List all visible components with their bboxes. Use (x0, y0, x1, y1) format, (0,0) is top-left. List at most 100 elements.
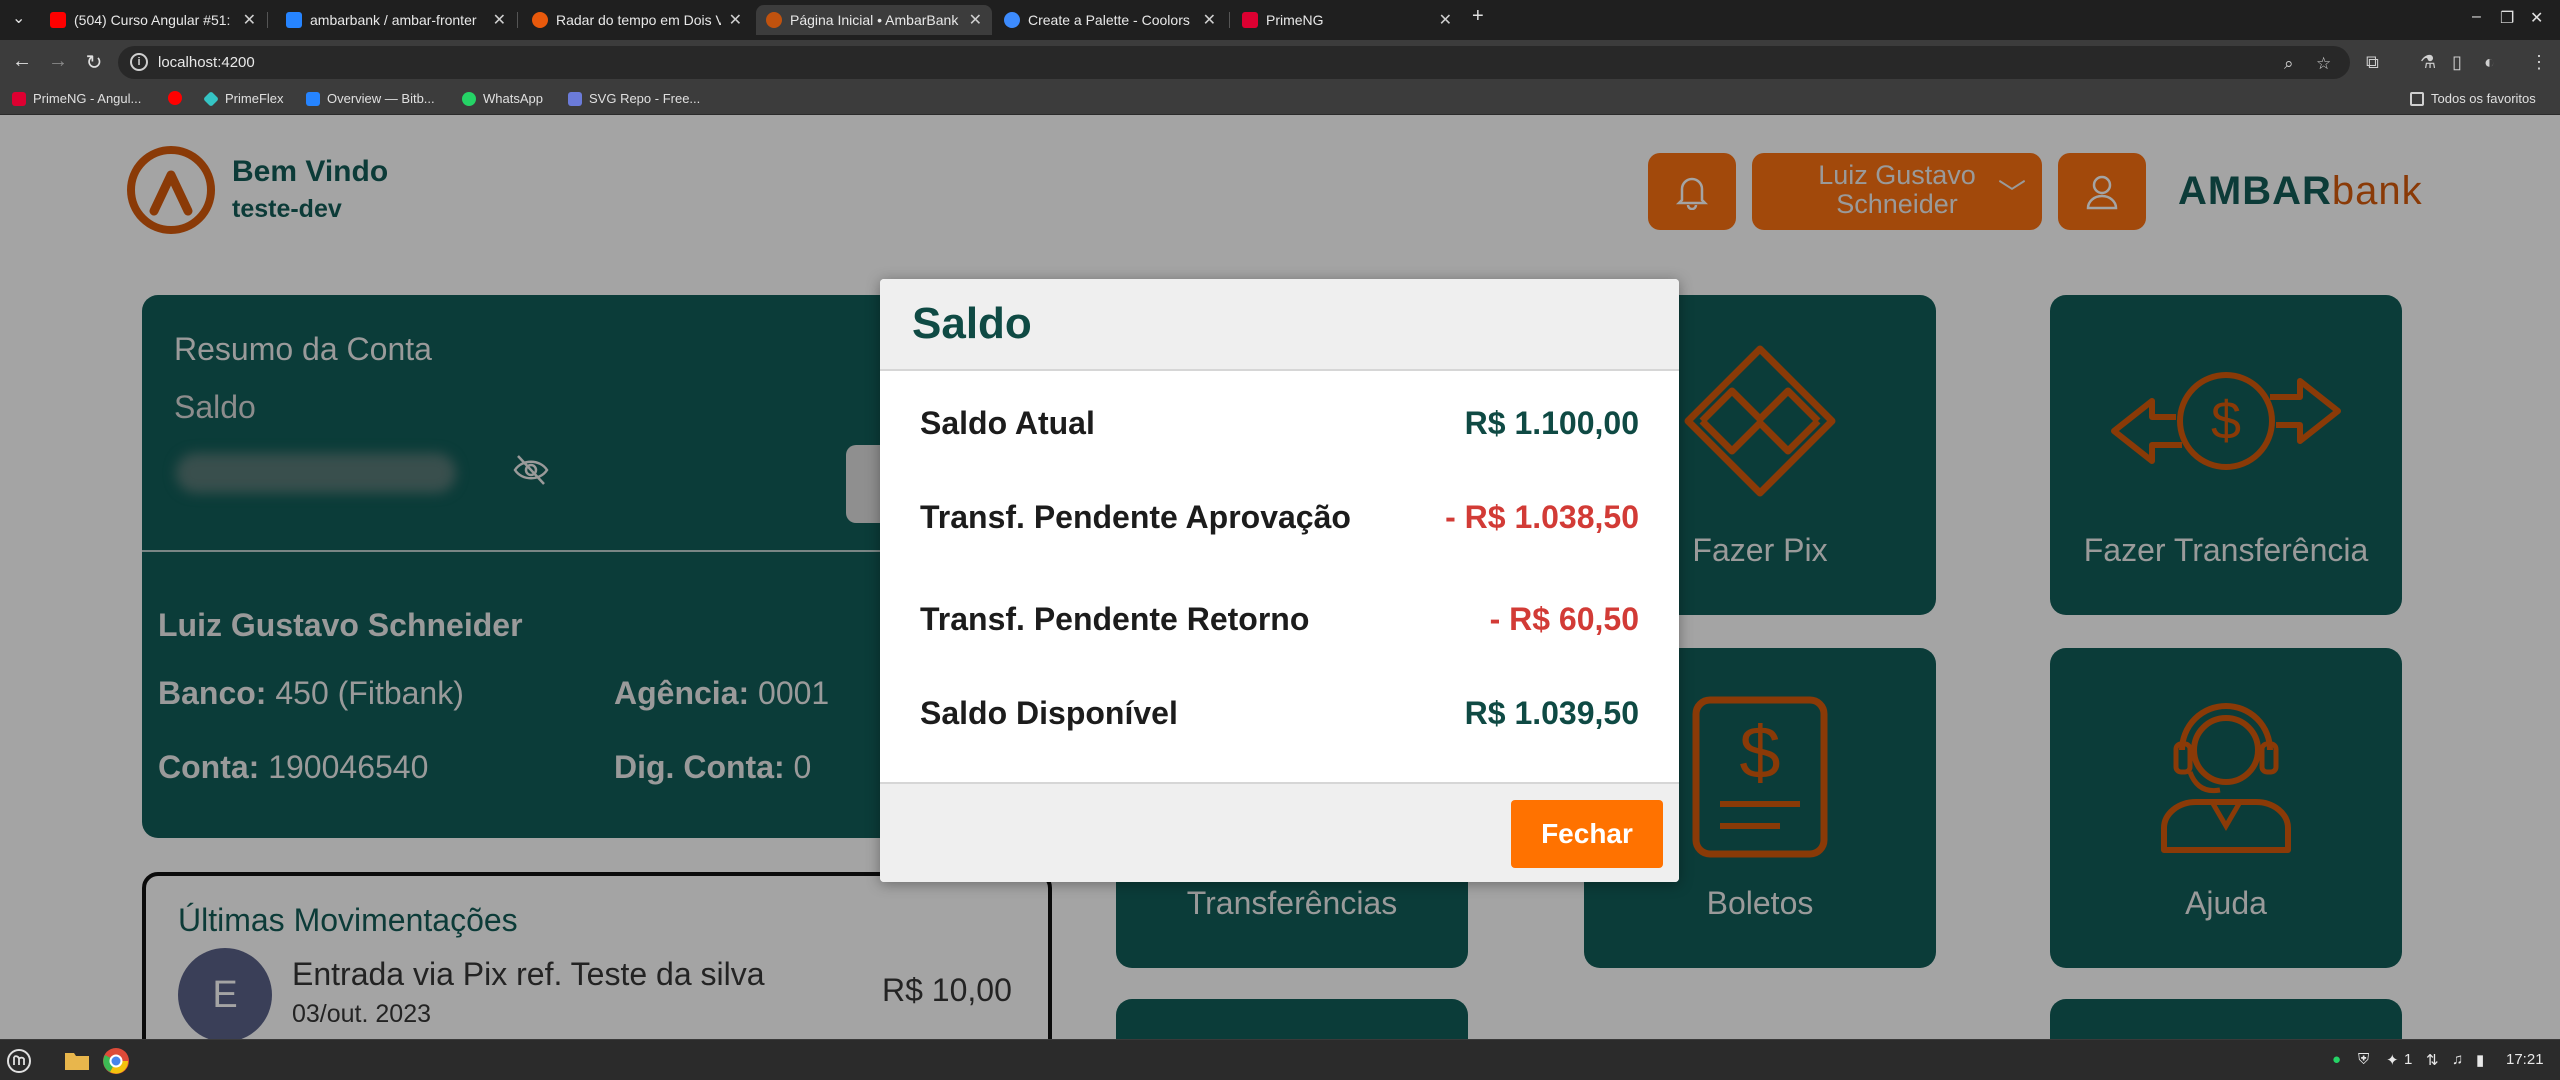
close-icon[interactable]: ✕ (1439, 10, 1452, 30)
shield-tray-icon[interactable]: ⛨ (2358, 1051, 2369, 1068)
bitbucket-icon (286, 12, 302, 28)
brand-logo: AMBARbank (2178, 169, 2423, 214)
tab-title: Create a Palette - Coolors (1028, 12, 1190, 28)
weather-icon (532, 12, 548, 28)
ambarbank-icon (766, 12, 782, 28)
browser-tab-active[interactable]: Página Inicial • AmbarBank ✕ (756, 5, 992, 35)
profile-button[interactable] (2058, 153, 2146, 230)
current-balance-label: Saldo Atual (920, 405, 1095, 441)
start-menu-icon[interactable] (6, 1048, 32, 1074)
close-icon[interactable]: ✕ (243, 10, 256, 30)
network-icon[interactable]: ⇅ (2426, 1051, 2439, 1069)
youtube-icon (168, 91, 182, 105)
bookmark-primeng[interactable]: PrimeNG - Angul... (12, 91, 141, 106)
battery-icon[interactable]: ▮ (2476, 1051, 2484, 1069)
close-icon[interactable]: ✕ (493, 10, 506, 30)
bookmark-label: PrimeFlex (225, 91, 284, 106)
tile-label: Fazer Transferência (2083, 532, 2369, 568)
bookmarks-folder[interactable]: Todos os favoritos (2410, 91, 2536, 106)
primeng-icon (12, 91, 26, 106)
available-balance-value: R$ 1.039,50 (1464, 695, 1639, 731)
side-panel-icon[interactable]: ▯ (2452, 52, 2462, 73)
browser-tab-6[interactable]: PrimeNG ✕ (1232, 5, 1462, 35)
new-tab-plus-icon[interactable]: + (1472, 5, 1484, 28)
site-info-icon[interactable]: i (130, 53, 148, 71)
browser-tab-5[interactable]: Create a Palette - Coolors ✕ (994, 5, 1226, 35)
close-icon[interactable]: ✕ (729, 10, 742, 30)
address-bar[interactable]: i localhost:4200 ⌕ ☆ (118, 46, 2350, 79)
movement-description: Entrada via Pix ref. Teste da silva (292, 956, 765, 992)
notification-tray-icon[interactable]: ✦ (2386, 1051, 2399, 1069)
bookmark-label: Overview — Bitb... (327, 91, 435, 106)
close-icon[interactable]: ✕ (969, 10, 982, 30)
clock[interactable]: 17:21 (2506, 1051, 2544, 1068)
tab-search-icon[interactable]: ⌄ (12, 8, 25, 28)
agency-value: 0001 (758, 675, 830, 711)
tile-label: Ajuda (2185, 885, 2267, 921)
tab-title: PrimeNG (1266, 12, 1324, 28)
current-balance-value: R$ 1.100,00 (1464, 405, 1639, 441)
browser-menu-icon[interactable]: ⋮ (2530, 52, 2548, 73)
bookmark-youtube[interactable] (168, 91, 189, 105)
user-dropdown[interactable]: Luiz Gustavo Schneider ﹀ (1752, 153, 2042, 230)
os-taskbar: ● ⛨ ✦ 1 ⇅ ♫ ▮ 17:21 (0, 1039, 2560, 1080)
invoice-icon: $ (1692, 696, 1828, 858)
close-icon[interactable]: ✕ (1203, 10, 1216, 30)
tile-more-2[interactable] (2050, 999, 2402, 1039)
bookmark-primeflex[interactable]: PrimeFlex (203, 90, 284, 107)
tile-label: Boletos (1706, 885, 1814, 921)
folder-icon[interactable] (64, 1049, 90, 1071)
modal-title: Saldo (912, 299, 1032, 348)
notifications-button[interactable] (1648, 153, 1736, 230)
agency-label: Agência: (614, 675, 750, 711)
primeflex-icon (203, 90, 219, 107)
tab-title: Radar do tempo em Dois Vi (556, 12, 721, 28)
brand-text-ambar: AMBAR (2178, 169, 2332, 213)
forward-arrow-icon[interactable]: → (46, 50, 70, 73)
pending-approval-label: Transf. Pendente Aprovação (920, 499, 1351, 535)
account-info: Conta: 190046540 (158, 749, 428, 786)
bell-icon (1675, 177, 1709, 210)
tray-count: 1 (2404, 1051, 2413, 1068)
eye-off-icon[interactable] (512, 453, 550, 487)
pending-return-label: Transf. Pendente Retorno (920, 601, 1310, 637)
lab-flask-icon[interactable]: ⚗ (2420, 52, 2436, 73)
bookmark-star-icon[interactable]: ☆ (2316, 54, 2331, 74)
tile-more-1[interactable] (1116, 999, 1468, 1039)
music-note-icon[interactable]: ♫ (2452, 1051, 2463, 1068)
chevron-down-icon: ﹀ (1997, 178, 2026, 209)
profile-icon[interactable]: ◐ (2484, 52, 2495, 73)
account-holder-name: Luiz Gustavo Schneider (158, 607, 523, 643)
back-arrow-icon[interactable]: ← (10, 50, 34, 73)
latest-movements-card: Últimas Movimentações E Entrada via Pix … (142, 872, 1052, 1039)
tab-separator (1229, 12, 1230, 28)
browser-tab-2[interactable]: ambarbank / ambar-fronter ✕ (276, 5, 516, 35)
bookmark-label: SVG Repo - Free... (589, 91, 701, 106)
agency-info: Agência: 0001 (614, 675, 829, 712)
transfer-money-icon: $ (2111, 372, 2341, 470)
restore-icon[interactable]: ❐ (2500, 8, 2514, 28)
support-agent-icon (2161, 703, 2291, 853)
account-digit-label: Dig. Conta: (614, 749, 785, 785)
available-balance-label: Saldo Disponível (920, 695, 1178, 731)
reload-icon[interactable]: ↻ (82, 50, 106, 75)
extensions-icon[interactable]: ⧉ (2366, 52, 2379, 73)
close-button[interactable]: Fechar (1511, 800, 1663, 868)
tile-ajuda[interactable]: Ajuda (2050, 648, 2402, 968)
minimize-icon[interactable]: ‒ (2472, 8, 2481, 26)
balance-label: Saldo (174, 389, 256, 425)
bookmark-bitbucket[interactable]: Overview — Bitb... (306, 91, 435, 106)
account-label: Conta: (158, 749, 260, 785)
whatsapp-tray-icon[interactable]: ● (2332, 1051, 2341, 1068)
url-text: localhost:4200 (158, 54, 255, 71)
bookmark-svgrepo[interactable]: SVG Repo - Free... (568, 91, 700, 106)
chrome-icon[interactable] (102, 1047, 130, 1075)
window-close-icon[interactable]: ✕ (2530, 8, 2543, 28)
bookmark-whatsapp[interactable]: WhatsApp (462, 91, 543, 106)
whatsapp-icon (462, 91, 476, 106)
zoom-icon[interactable]: ⌕ (2284, 54, 2294, 74)
browser-tab-3[interactable]: Radar do tempo em Dois Vi ✕ (522, 5, 752, 35)
browser-tab-1[interactable]: (504) Curso Angular #51: Ro ✕ (40, 5, 266, 35)
brand-text-bank: bank (2331, 169, 2423, 213)
tile-fazer-transferencia[interactable]: $ Fazer Transferência (2050, 295, 2402, 615)
